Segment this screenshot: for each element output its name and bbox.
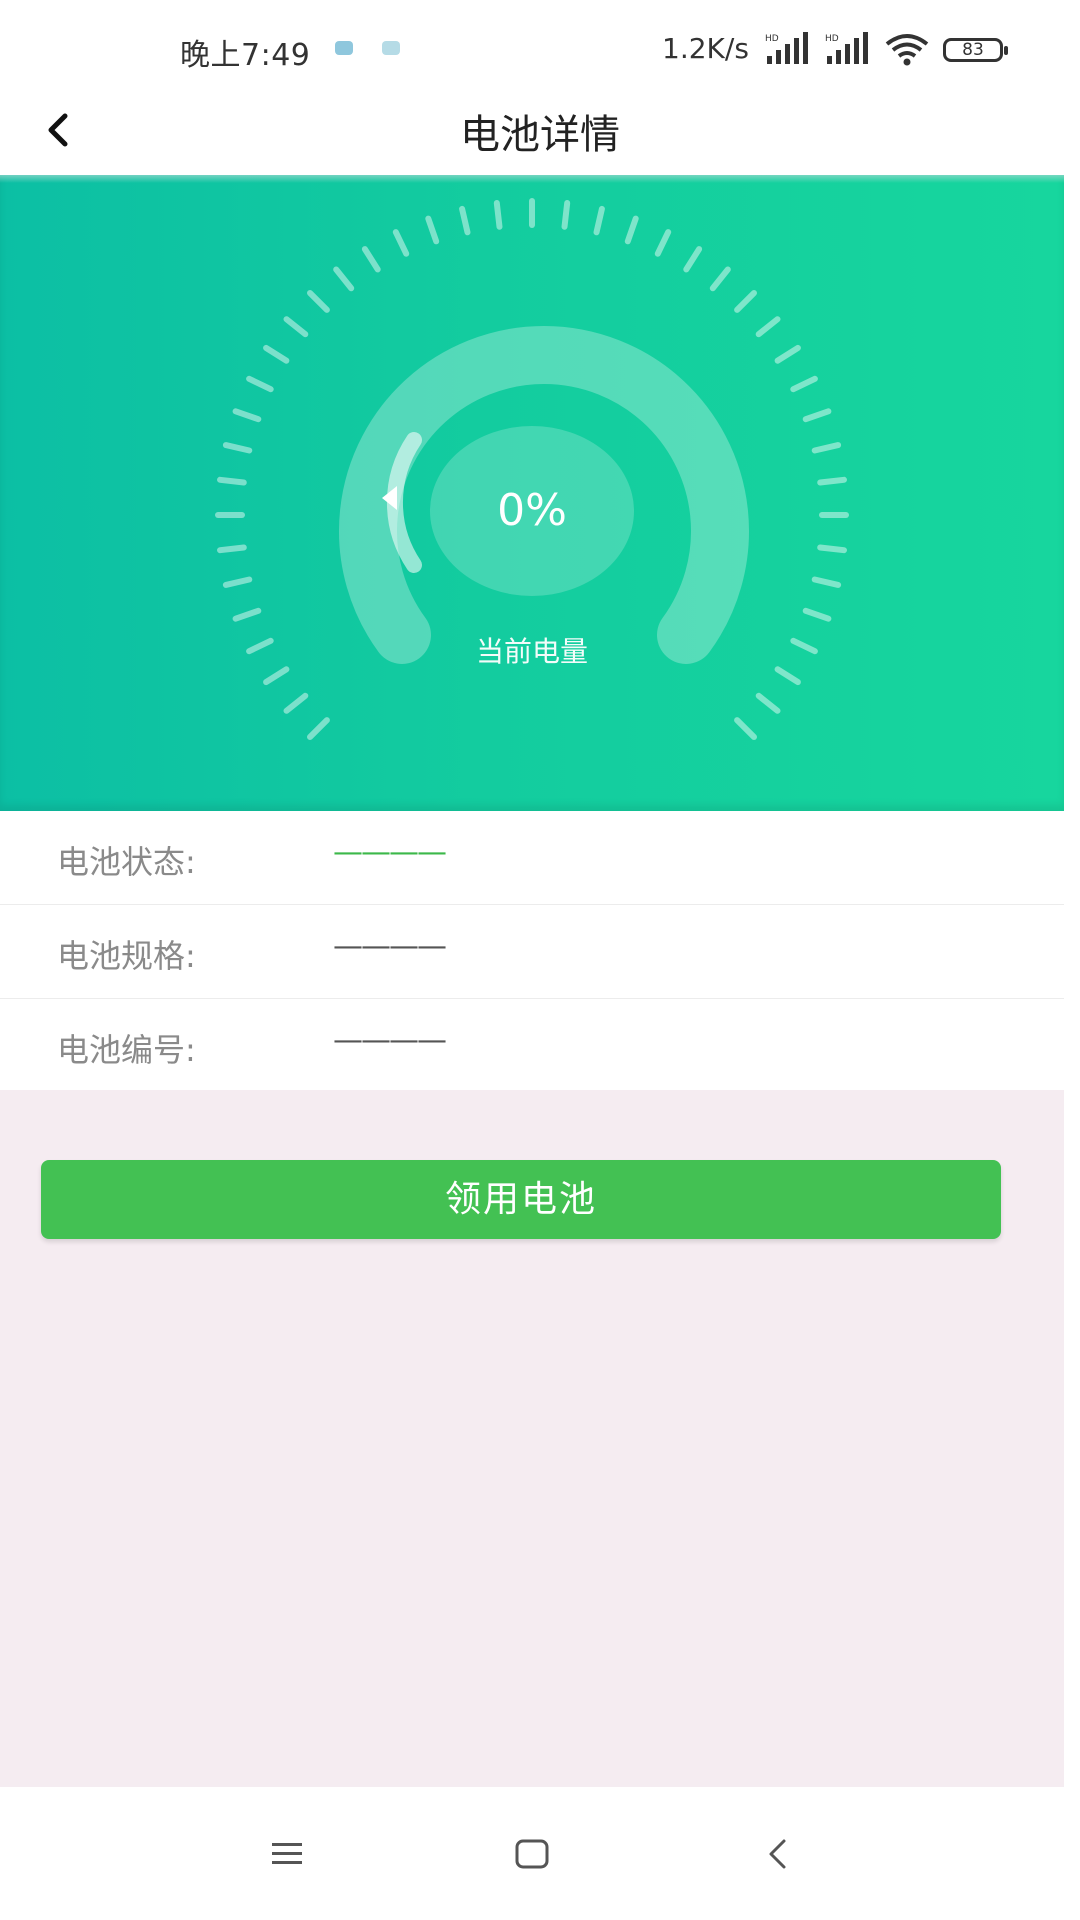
gauge-tick	[802, 607, 832, 622]
gauge-tick	[709, 266, 731, 292]
system-back-button[interactable]	[748, 1829, 808, 1879]
battery-status-label: 电池状态:	[57, 843, 196, 881]
battery-status-row: 电池状态: ————	[0, 811, 1064, 905]
battery-number-row: 电池编号: ————	[0, 999, 1064, 1092]
svg-text:HD: HD	[765, 34, 779, 44]
home-icon	[515, 1839, 549, 1869]
battery-gauge-panel: 0% 当前电量	[0, 175, 1064, 811]
gauge-tick	[755, 692, 781, 714]
page-title: 电池详情	[460, 112, 620, 158]
top-nav-bar: 电池详情	[0, 92, 1080, 175]
gauge-tick	[246, 637, 274, 655]
gauge-tick	[246, 375, 274, 393]
menu-button[interactable]	[257, 1829, 317, 1879]
notification-icon	[382, 41, 400, 55]
gauge-tick	[333, 266, 355, 292]
back-icon	[769, 1839, 786, 1869]
gauge-tick	[811, 442, 842, 454]
home-button[interactable]	[502, 1829, 562, 1879]
gauge-tick	[232, 607, 262, 622]
gauge-tick	[802, 408, 832, 423]
menu-icon	[272, 1843, 302, 1864]
gauge-tick	[624, 215, 639, 245]
battery-percentage-label: 当前电量	[475, 635, 588, 668]
signal-hd-icon: HD	[825, 32, 868, 64]
gauge-tick	[307, 717, 330, 740]
battery-percentage: 0%	[497, 485, 567, 536]
battery-icon: 83	[943, 38, 1008, 62]
gauge-tick	[755, 316, 781, 338]
gauge-tick	[263, 344, 290, 364]
gauge-tick	[654, 229, 672, 257]
gauge-tick	[425, 215, 440, 245]
gauge-tick	[263, 666, 290, 686]
status-bar: 晚上7:49 1.2K/s HD HD 83	[0, 0, 1080, 92]
gauge-tick	[283, 316, 309, 338]
gauge-tick	[392, 229, 410, 257]
gauge-tick	[307, 290, 330, 313]
svg-text:HD: HD	[825, 34, 839, 44]
gauge-tick	[222, 576, 253, 588]
gauge-tick	[817, 476, 847, 486]
gauge-tick	[734, 717, 757, 740]
gauge-tick	[217, 544, 247, 554]
gauge-tick	[811, 576, 842, 588]
gauge-tick	[493, 200, 503, 230]
gauge-tick	[561, 200, 571, 230]
system-nav-bar	[0, 1787, 1080, 1920]
gauge-tick	[232, 408, 262, 423]
status-time: 晚上7:49	[180, 38, 311, 73]
gauge-tick	[774, 344, 801, 364]
battery-number-label: 电池编号:	[57, 1031, 196, 1069]
gauge-tick	[817, 544, 847, 554]
gauge-tick	[734, 290, 757, 313]
gauge-tick	[217, 476, 247, 486]
gauge-tick	[593, 205, 605, 236]
battery-spec-label: 电池规格:	[57, 937, 196, 975]
gauge-tick	[459, 205, 471, 236]
gauge-inner-arc	[386, 432, 422, 573]
battery-spec-row: 电池规格: ————	[0, 905, 1064, 999]
gauge-tick	[283, 692, 309, 714]
gauge-tick	[361, 246, 381, 273]
battery-info-list: 电池状态: ———— 电池规格: ———— 电池编号: ————	[0, 811, 1064, 1092]
battery-number-value: ————	[333, 1023, 447, 1058]
gauge-tick	[790, 637, 818, 655]
gauge-tick	[774, 666, 801, 686]
claim-battery-button[interactable]: 领用电池	[41, 1160, 1001, 1239]
network-speed: 1.2K/s	[662, 32, 749, 65]
battery-status-value: ————	[333, 835, 447, 870]
gauge-tick	[790, 375, 818, 393]
wifi-icon	[885, 34, 929, 66]
notification-icon	[335, 41, 353, 55]
gauge-tick	[222, 442, 253, 454]
signal-hd-icon: HD	[765, 32, 808, 64]
battery-spec-value: ————	[333, 929, 447, 964]
gauge-tick	[683, 246, 703, 273]
